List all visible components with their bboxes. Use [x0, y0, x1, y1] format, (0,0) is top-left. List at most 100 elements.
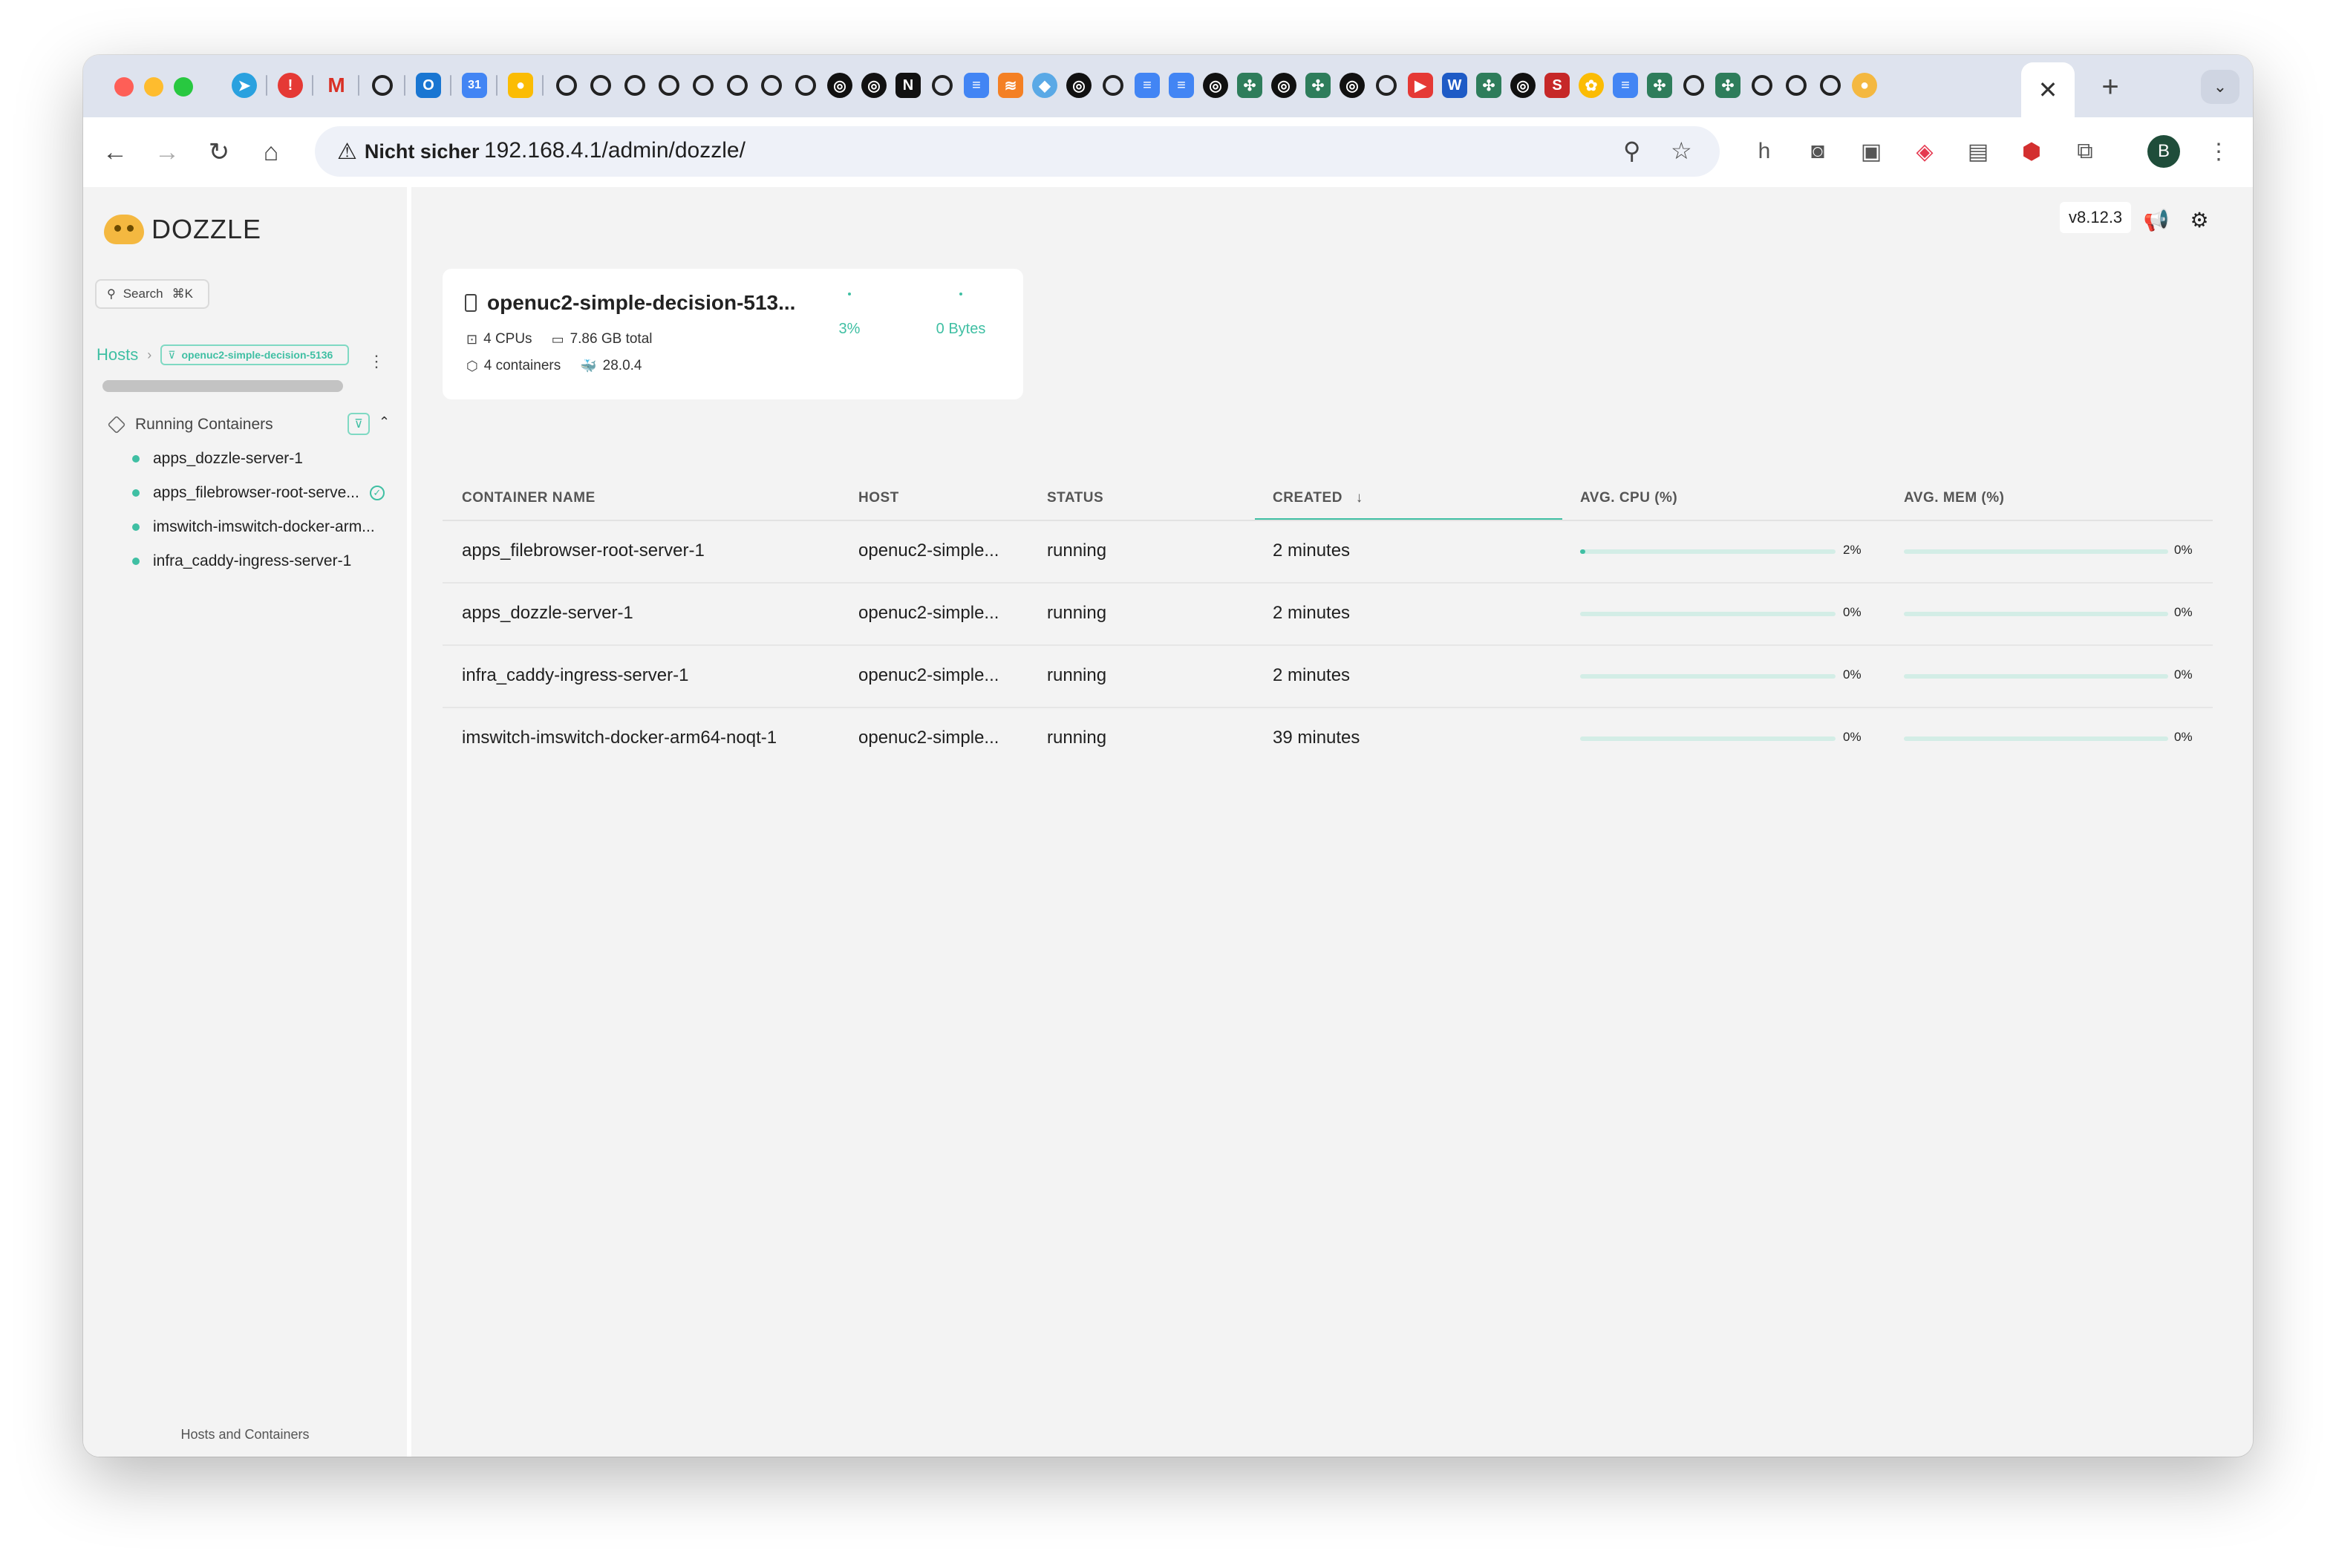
github-tab-icon[interactable]	[691, 73, 716, 98]
active-tab-close-button[interactable]: ✕	[2021, 62, 2075, 117]
github-tab-icon[interactable]	[370, 73, 395, 98]
filter-button[interactable]: ⊽	[348, 413, 370, 435]
docs-tab-icon[interactable]: ≡	[1169, 73, 1194, 98]
openai-tab-icon[interactable]: ◎	[1340, 73, 1365, 98]
column-header-name[interactable]: CONTAINER NAME	[462, 490, 596, 506]
table-row[interactable]: apps_dozzle-server-1 openuc2-simple... r…	[443, 582, 2213, 646]
more-options-icon[interactable]: ⋮	[368, 352, 385, 371]
openai-tab-icon[interactable]: ◎	[827, 73, 852, 98]
maximize-window-button[interactable]	[174, 77, 193, 97]
extension-h-icon[interactable]: h	[1749, 137, 1779, 166]
ublock-icon[interactable]: ⬢	[2017, 137, 2046, 166]
grid-tab-icon[interactable]: ✣	[1647, 73, 1672, 98]
host-card[interactable]: openuc2-simple-decision-513... ⊡ 4 CPUs …	[443, 269, 1023, 399]
zoom-icon[interactable]: ⚲	[1623, 137, 1640, 165]
github-tab-icon[interactable]	[793, 73, 818, 98]
reload-button[interactable]: ↻	[200, 134, 238, 171]
address-bar[interactable]: ⚠ Nicht sicher 192.168.4.1/admin/dozzle/…	[315, 126, 1720, 177]
github-tab-icon[interactable]	[1681, 73, 1706, 98]
openai-tab-icon[interactable]: ◎	[1203, 73, 1228, 98]
tab-search-button[interactable]: ⌄	[2201, 70, 2239, 104]
profile-avatar[interactable]: B	[2147, 135, 2180, 168]
calendar-tab-icon[interactable]: 31	[462, 73, 487, 98]
github-tab-icon[interactable]	[622, 73, 647, 98]
puzzle-icon[interactable]: ⧉	[2070, 137, 2100, 166]
github-tab-icon[interactable]	[1100, 73, 1126, 98]
github-tab-icon[interactable]	[759, 73, 784, 98]
running-containers-header[interactable]: Running Containers ⊽ ⌃	[107, 410, 398, 440]
back-button[interactable]: ←	[97, 134, 134, 171]
github-tab-icon[interactable]	[656, 73, 682, 98]
column-header-mem[interactable]: AVG. MEM (%)	[1904, 490, 2004, 506]
horizontal-scrollbar[interactable]	[102, 380, 343, 392]
search-button[interactable]: ⚲ Search ⌘K	[95, 279, 209, 309]
camera-icon[interactable]: ◙	[1803, 137, 1833, 166]
stackoverflow-tab-icon[interactable]: ≋	[998, 73, 1023, 98]
notion-tab-icon[interactable]: N	[895, 73, 921, 98]
url-text[interactable]: 192.168.4.1/admin/dozzle/	[484, 138, 746, 163]
mem-value: 0%	[2174, 543, 2193, 557]
github-tab-icon[interactable]	[1818, 73, 1843, 98]
column-header-created[interactable]: CREATED ↓	[1273, 490, 1363, 506]
host-selector[interactable]: ⊽ openuc2-simple-decision-5136	[160, 344, 350, 365]
github-tab-icon[interactable]	[725, 73, 750, 98]
column-header-host[interactable]: HOST	[858, 490, 899, 506]
cube-tab-icon[interactable]: ◆	[1032, 73, 1057, 98]
cast-icon[interactable]: ▣	[1856, 137, 1886, 166]
grid-tab-icon[interactable]: ✣	[1237, 73, 1262, 98]
table-row[interactable]: apps_filebrowser-root-server-1 openuc2-s…	[443, 520, 2213, 584]
new-tab-button[interactable]: +	[2088, 68, 2133, 105]
gear-icon[interactable]: ⚙	[2185, 205, 2214, 235]
grid-tab-icon[interactable]: ✣	[1476, 73, 1501, 98]
telegram-tab-icon[interactable]: ➤	[232, 73, 257, 98]
github-tab-icon[interactable]	[588, 73, 613, 98]
openai-tab-icon[interactable]: ◎	[1510, 73, 1536, 98]
sidebar-container-item[interactable]: infra_caddy-ingress-server-1	[132, 546, 385, 576]
openai-tab-icon[interactable]: ◎	[1066, 73, 1092, 98]
openai-tab-icon[interactable]: ◎	[861, 73, 887, 98]
close-window-button[interactable]	[114, 77, 134, 97]
github-tab-icon[interactable]	[1749, 73, 1775, 98]
home-button[interactable]: ⌂	[252, 134, 290, 171]
youtube-tab-icon[interactable]: ▶	[1408, 73, 1433, 98]
keep-tab-icon[interactable]: ●	[508, 73, 533, 98]
app-logo[interactable]: DOZZLE	[104, 214, 261, 245]
docs-tab-icon[interactable]: ≡	[1613, 73, 1638, 98]
sidebar-container-item[interactable]: apps_dozzle-server-1	[132, 444, 385, 474]
column-header-cpu[interactable]: AVG. CPU (%)	[1580, 490, 1677, 506]
alert-tab-icon[interactable]: !	[278, 73, 303, 98]
tab-separator	[542, 75, 544, 96]
openai-tab-icon[interactable]: ◎	[1271, 73, 1296, 98]
gmail-tab-icon[interactable]: M	[324, 73, 349, 98]
column-header-status[interactable]: STATUS	[1047, 490, 1103, 506]
pocket-icon[interactable]: ◈	[1910, 137, 1939, 166]
photos-tab-icon[interactable]: ✿	[1579, 73, 1604, 98]
breadcrumb-hosts-link[interactable]: Hosts	[97, 345, 138, 365]
github-tab-icon[interactable]	[554, 73, 579, 98]
minimize-window-button[interactable]	[144, 77, 163, 97]
grid-tab-icon[interactable]: ✣	[1715, 73, 1740, 98]
star-icon[interactable]: ☆	[1671, 137, 1692, 165]
sidebar-container-item[interactable]: apps_filebrowser-root-serve... ✓	[132, 478, 385, 508]
s-tab-icon[interactable]: S	[1544, 73, 1570, 98]
github-tab-icon[interactable]	[1784, 73, 1809, 98]
security-indicator[interactable]: ⚠ Nicht sicher	[327, 134, 489, 169]
outlook-tab-icon[interactable]: O	[416, 73, 441, 98]
table-row[interactable]: imswitch-imswitch-docker-arm64-noqt-1 op…	[443, 707, 2213, 769]
media-icon[interactable]: ▤	[1963, 137, 1993, 166]
github-tab-icon[interactable]	[930, 73, 955, 98]
chevron-up-icon[interactable]: ⌃	[379, 414, 390, 430]
word-tab-icon[interactable]: W	[1442, 73, 1467, 98]
docs-tab-icon[interactable]: ≡	[1135, 73, 1160, 98]
pinned-check-icon[interactable]: ✓	[369, 486, 385, 500]
announcement-icon[interactable]: 📢	[2141, 205, 2171, 235]
forward-button[interactable]: →	[149, 134, 186, 171]
grid-tab-icon[interactable]: ✣	[1305, 73, 1331, 98]
more-vert-icon[interactable]: ⋮	[2204, 137, 2234, 166]
table-row[interactable]: infra_caddy-ingress-server-1 openuc2-sim…	[443, 644, 2213, 708]
docs-tab-icon[interactable]: ≡	[964, 73, 989, 98]
sidebar-container-item[interactable]: imswitch-imswitch-docker-arm...	[132, 512, 385, 542]
github-tab-icon[interactable]	[1374, 73, 1399, 98]
dozzle-tab-icon[interactable]: ●	[1852, 73, 1877, 98]
version-badge[interactable]: v8.12.3	[2060, 202, 2132, 233]
